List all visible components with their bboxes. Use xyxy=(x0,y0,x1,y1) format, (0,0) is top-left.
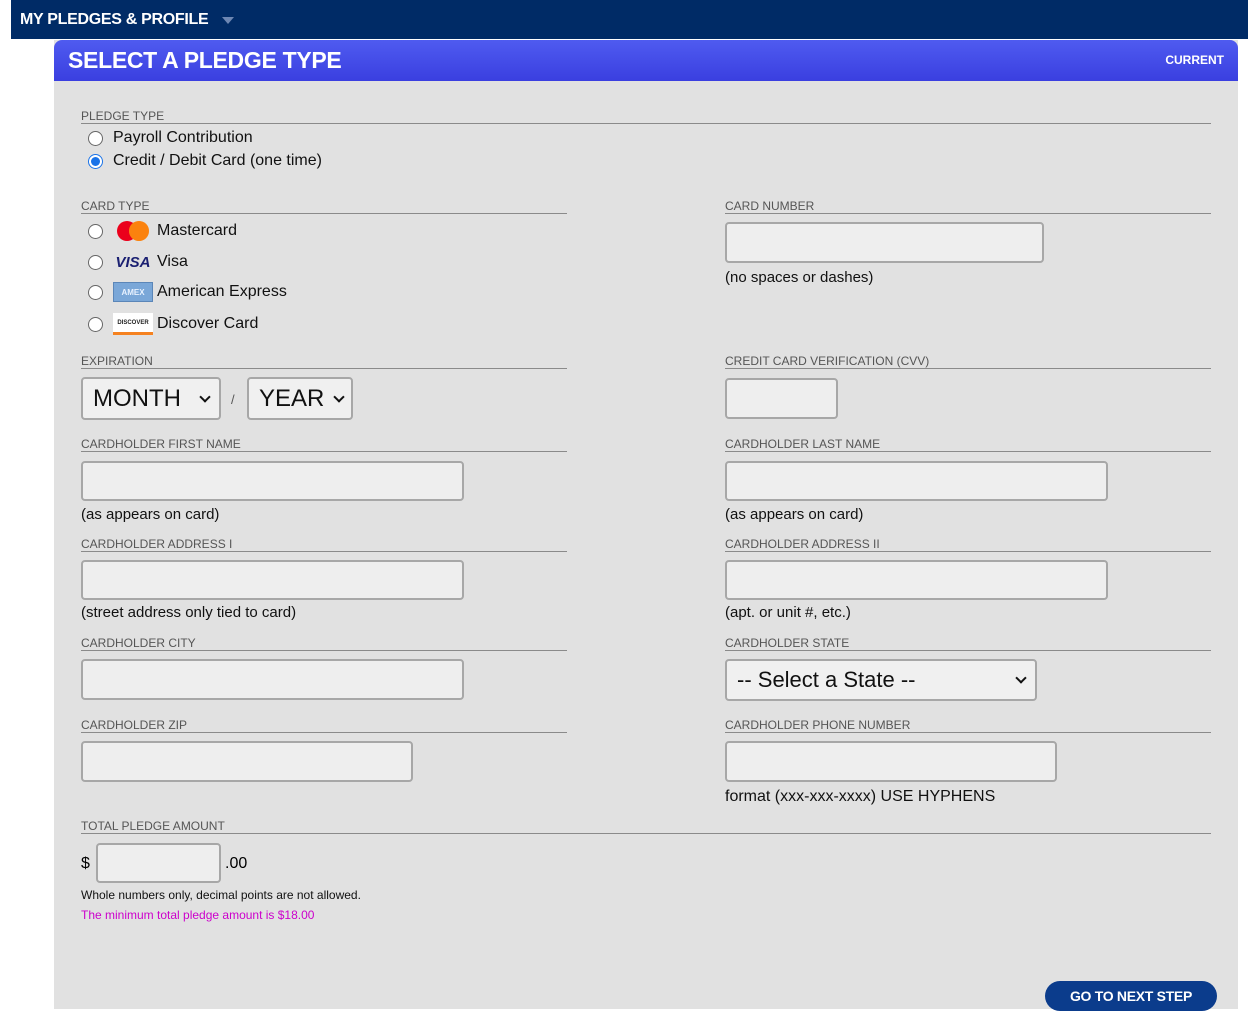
address1-label: CARDHOLDER ADDRESS I xyxy=(81,537,567,552)
card-number-label: CARD NUMBER xyxy=(725,199,1211,214)
currency-symbol: $ xyxy=(81,855,90,872)
mastercard-label[interactable]: Mastercard xyxy=(157,222,237,240)
amount-suffix: .00 xyxy=(225,855,248,872)
expiration-label: EXPIRATION xyxy=(81,354,567,369)
cvv-input[interactable] xyxy=(725,378,838,419)
pledge-type-payroll[interactable]: Payroll Contribution xyxy=(88,129,253,147)
pledge-type-label: PLEDGE TYPE xyxy=(81,109,1211,124)
card-type-amex[interactable]: AMEX American Express xyxy=(88,282,287,302)
payroll-radio[interactable] xyxy=(88,130,103,146)
discover-radio[interactable] xyxy=(88,316,103,332)
mastercard-radio[interactable] xyxy=(88,223,103,239)
address1-hint: (street address only tied to card) xyxy=(81,604,297,621)
last-name-label: CARDHOLDER LAST NAME xyxy=(725,437,1211,452)
first-name-hint: (as appears on card) xyxy=(81,506,220,523)
city-label: CARDHOLDER CITY xyxy=(81,636,567,651)
mastercard-icon xyxy=(113,219,153,243)
first-name-input[interactable] xyxy=(81,461,464,501)
status-badge: CURRENT xyxy=(1165,53,1224,67)
minimum-amount-note: The minimum total pledge amount is $18.0… xyxy=(81,908,315,922)
visa-icon: VISA xyxy=(113,250,153,274)
address2-input[interactable] xyxy=(725,560,1108,600)
city-input[interactable] xyxy=(81,659,464,700)
total-label: TOTAL PLEDGE AMOUNT xyxy=(81,819,1211,834)
chevron-down-icon[interactable] xyxy=(222,17,235,24)
panel-header: SELECT A PLEDGE TYPE CURRENT xyxy=(54,40,1238,81)
chevron-down-icon xyxy=(1015,672,1027,684)
next-step-button[interactable]: GO TO NEXT STEP xyxy=(1045,981,1217,1011)
card-number-input[interactable] xyxy=(725,222,1044,263)
address2-label: CARDHOLDER ADDRESS II xyxy=(725,537,1211,552)
visa-logo-text: VISA xyxy=(115,253,151,271)
phone-label: CARDHOLDER PHONE NUMBER xyxy=(725,718,1211,733)
visa-label[interactable]: Visa xyxy=(157,253,188,271)
nav-title[interactable]: MY PLEDGES & PROFILE xyxy=(20,11,209,29)
discover-icon: DISCOVER xyxy=(113,313,153,335)
amex-radio[interactable] xyxy=(88,284,103,300)
month-select[interactable]: MONTH xyxy=(81,377,221,420)
chevron-down-icon xyxy=(333,390,345,403)
card-type-mastercard[interactable]: Mastercard xyxy=(88,219,237,243)
whole-numbers-note: Whole numbers only, decimal points are n… xyxy=(81,888,361,902)
address1-input[interactable] xyxy=(81,560,464,600)
total-amount-input[interactable] xyxy=(96,843,221,883)
card-radio[interactable] xyxy=(88,153,103,169)
first-name-label: CARDHOLDER FIRST NAME xyxy=(81,437,567,452)
card-type-label: CARD TYPE xyxy=(81,199,567,214)
discover-logo-text: DISCOVER xyxy=(117,319,149,326)
card-number-hint: (no spaces or dashes) xyxy=(725,269,874,286)
top-nav[interactable]: MY PLEDGES & PROFILE xyxy=(11,0,1248,39)
zip-input[interactable] xyxy=(81,741,413,782)
address2-hint: (apt. or unit #, etc.) xyxy=(725,604,851,621)
visa-radio[interactable] xyxy=(88,254,103,270)
pledge-type-card[interactable]: Credit / Debit Card (one time) xyxy=(88,152,322,170)
phone-input[interactable] xyxy=(725,741,1057,782)
month-value: MONTH xyxy=(93,384,181,412)
year-select[interactable]: YEAR xyxy=(247,377,353,420)
amex-logo-text: AMEX xyxy=(121,287,145,297)
card-type-discover[interactable]: DISCOVER Discover Card xyxy=(88,313,258,335)
discover-label[interactable]: Discover Card xyxy=(157,315,258,333)
panel-title: SELECT A PLEDGE TYPE xyxy=(68,47,342,73)
zip-label: CARDHOLDER ZIP xyxy=(81,718,567,733)
pledge-panel: SELECT A PLEDGE TYPE CURRENT PLEDGE TYPE… xyxy=(54,40,1238,1011)
cvv-label: CREDIT CARD VERIFICATION (CVV) xyxy=(725,354,1211,369)
last-name-hint: (as appears on card) xyxy=(725,506,864,523)
phone-hint: format (xxx-xxx-xxxx) USE HYPHENS xyxy=(725,788,996,805)
card-type-visa[interactable]: VISA Visa xyxy=(88,250,188,274)
amex-icon: AMEX xyxy=(113,282,153,302)
state-select[interactable]: -- Select a State -- xyxy=(725,659,1037,701)
state-value: -- Select a State -- xyxy=(737,667,916,692)
expiration-separator: / xyxy=(231,392,235,407)
state-label: CARDHOLDER STATE xyxy=(725,636,1211,651)
chevron-down-icon xyxy=(199,390,211,403)
year-value: YEAR xyxy=(259,384,325,412)
amex-label[interactable]: American Express xyxy=(157,283,287,301)
payroll-label[interactable]: Payroll Contribution xyxy=(113,129,253,147)
card-label[interactable]: Credit / Debit Card (one time) xyxy=(113,152,322,170)
last-name-input[interactable] xyxy=(725,461,1108,501)
